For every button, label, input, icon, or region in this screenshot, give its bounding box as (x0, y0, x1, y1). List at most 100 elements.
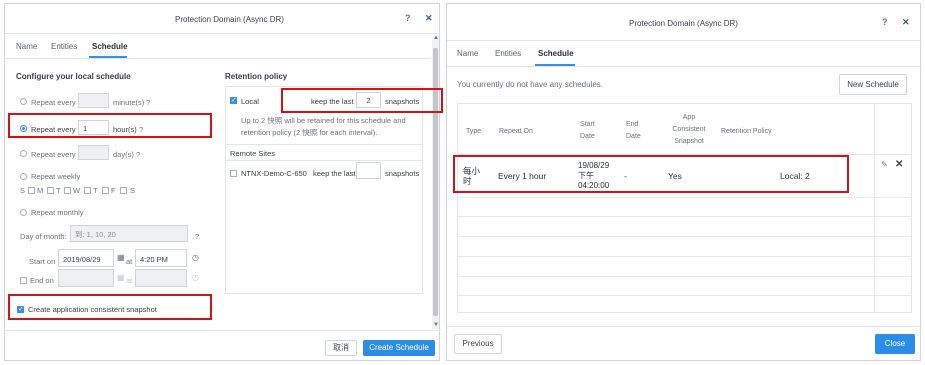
tab-entities[interactable]: Entities (495, 49, 521, 58)
weekday-checkboxes: S M T W T F S (20, 186, 170, 196)
retention-local-checkbox[interactable] (230, 96, 237, 104)
scroll-down-icon[interactable]: ▼ (433, 322, 439, 328)
day-of-month-label: Day of month: (20, 232, 67, 241)
remote-snapshots-label: snapshots (385, 169, 420, 178)
new-schedule-button[interactable]: New Schedule (839, 74, 907, 95)
remote-sites-heading: Remote Sites (230, 149, 276, 158)
remote-site-checkbox[interactable] (230, 170, 237, 177)
weekday-mon-checkbox[interactable] (28, 187, 35, 194)
column-header-retention: Retention Policy (721, 128, 772, 135)
weekday-sat-checkbox[interactable] (120, 187, 127, 194)
tab-schedule[interactable]: Schedule (92, 42, 128, 51)
clock-icon[interactable]: ◷ (192, 253, 199, 262)
column-header-repeat-on: Repeat On (499, 128, 533, 135)
remote-keep-last: keep the last (313, 169, 356, 178)
tab-schedule[interactable]: Schedule (538, 49, 574, 58)
repeat-weekly-label: Repeat weekly (31, 172, 81, 181)
table-row-divider (458, 236, 911, 237)
edit-icon[interactable]: ✎ (881, 160, 888, 169)
table-row-divider (458, 197, 911, 198)
repeat-days-label: Repeat every (31, 150, 76, 159)
weekday-wed: W (73, 186, 81, 195)
close-button[interactable]: Close (875, 334, 915, 354)
start-time-input[interactable]: 4:20 PM (135, 249, 187, 267)
cancel-button[interactable]: 取消 (325, 340, 357, 356)
repeat-minutes-unit: minute(s) (113, 98, 145, 107)
weekday-tue: T (56, 186, 61, 195)
repeat-monthly-label: Repeat monthly (31, 208, 84, 217)
left-dialog-title: Protection Domain (Async DR) (175, 15, 284, 24)
column-header-type: Type (466, 128, 482, 135)
weekday-fri: F (111, 186, 116, 195)
repeat-minutes-label: Repeat every (31, 98, 76, 107)
weekday-fri-checkbox[interactable] (102, 187, 109, 194)
column-header-end-date: End Date (626, 121, 641, 140)
help-icon[interactable]: ? (405, 13, 411, 23)
retention-local-label: Local (241, 97, 259, 106)
repeat-minutes-help-icon[interactable]: ? (146, 98, 150, 107)
start-on-label: Start on (29, 257, 56, 266)
tabs-divider (5, 58, 431, 59)
end-at-label: at (126, 276, 133, 285)
highlight-schedule-row (453, 155, 849, 193)
end-on-checkbox[interactable] (20, 277, 27, 284)
retention-heading: Retention policy (225, 72, 288, 81)
table-row-divider (458, 276, 911, 277)
weekday-sat: S (130, 186, 136, 195)
tabs-divider (447, 66, 922, 67)
weekday-thu-checkbox[interactable] (84, 187, 91, 194)
end-on-label: End on (30, 276, 54, 285)
repeat-weekly-radio[interactable] (20, 173, 27, 180)
remote-count-input[interactable] (356, 162, 381, 179)
close-icon[interactable]: ✕ (425, 13, 433, 24)
remote-heading-divider (226, 160, 422, 161)
previous-button[interactable]: Previous (454, 334, 502, 354)
weekday-thu: T (93, 186, 98, 195)
tab-entities[interactable]: Entities (51, 42, 77, 51)
create-schedule-button[interactable]: Create Schedule (363, 340, 435, 356)
repeat-days-unit: day(s) (113, 150, 134, 159)
end-date-input[interactable] (58, 269, 114, 287)
local-schedule-heading: Configure your local schedule (16, 72, 131, 81)
repeat-days-input[interactable] (78, 145, 109, 160)
scroll-up-icon[interactable]: ▲ (433, 35, 439, 41)
day-of-month-input[interactable]: 到: 1, 10, 20 (70, 225, 188, 242)
weekday-wed-checkbox[interactable] (64, 187, 71, 194)
end-calendar-icon[interactable]: ▦ (117, 273, 125, 282)
start-at-label: at (126, 257, 133, 266)
remote-divider (226, 144, 422, 145)
repeat-days-radio[interactable] (20, 150, 27, 157)
table-row-divider (458, 256, 911, 257)
weekday-sun: S (20, 186, 26, 195)
header-divider (447, 40, 922, 41)
repeat-days-help-icon[interactable]: ? (136, 150, 140, 159)
start-date-input[interactable]: 2019/08/29 (58, 249, 114, 267)
day-of-month-help-icon[interactable]: ? (195, 232, 199, 241)
retention-note: Up to 2 快照 will be retained for this sch… (241, 116, 406, 137)
footer-divider (447, 326, 922, 327)
highlight-repeat-hours (8, 113, 212, 138)
weekday-mon: M (37, 186, 44, 195)
close-icon[interactable]: ✕ (902, 17, 910, 28)
repeat-minutes-input[interactable] (78, 93, 109, 108)
tab-name[interactable]: Name (16, 42, 37, 51)
help-icon[interactable]: ? (882, 17, 888, 27)
right-dialog-title: Protection Domain (Async DR) (629, 19, 738, 28)
repeat-minutes-radio[interactable] (20, 98, 27, 105)
delete-icon[interactable]: ✕ (895, 159, 903, 170)
highlight-retention-count (281, 88, 443, 113)
table-column-divider (874, 104, 875, 312)
footer-divider (5, 330, 441, 331)
calendar-icon[interactable]: ▦ (117, 253, 125, 262)
repeat-monthly-radio[interactable] (20, 209, 27, 216)
highlight-consistent-snapshot (8, 294, 212, 320)
end-clock-icon[interactable]: ◷ (192, 273, 199, 282)
weekday-tue-checkbox[interactable] (47, 187, 54, 194)
empty-schedule-note: You currently do not have any schedules. (457, 80, 604, 89)
column-header-start-date: Start Date (580, 121, 595, 140)
table-row-divider (458, 295, 911, 296)
end-time-input[interactable] (135, 269, 187, 287)
tab-name[interactable]: Name (457, 49, 478, 58)
column-header-app-consistent: App Consistent Snapshot (672, 114, 706, 145)
table-row-divider (458, 216, 911, 217)
